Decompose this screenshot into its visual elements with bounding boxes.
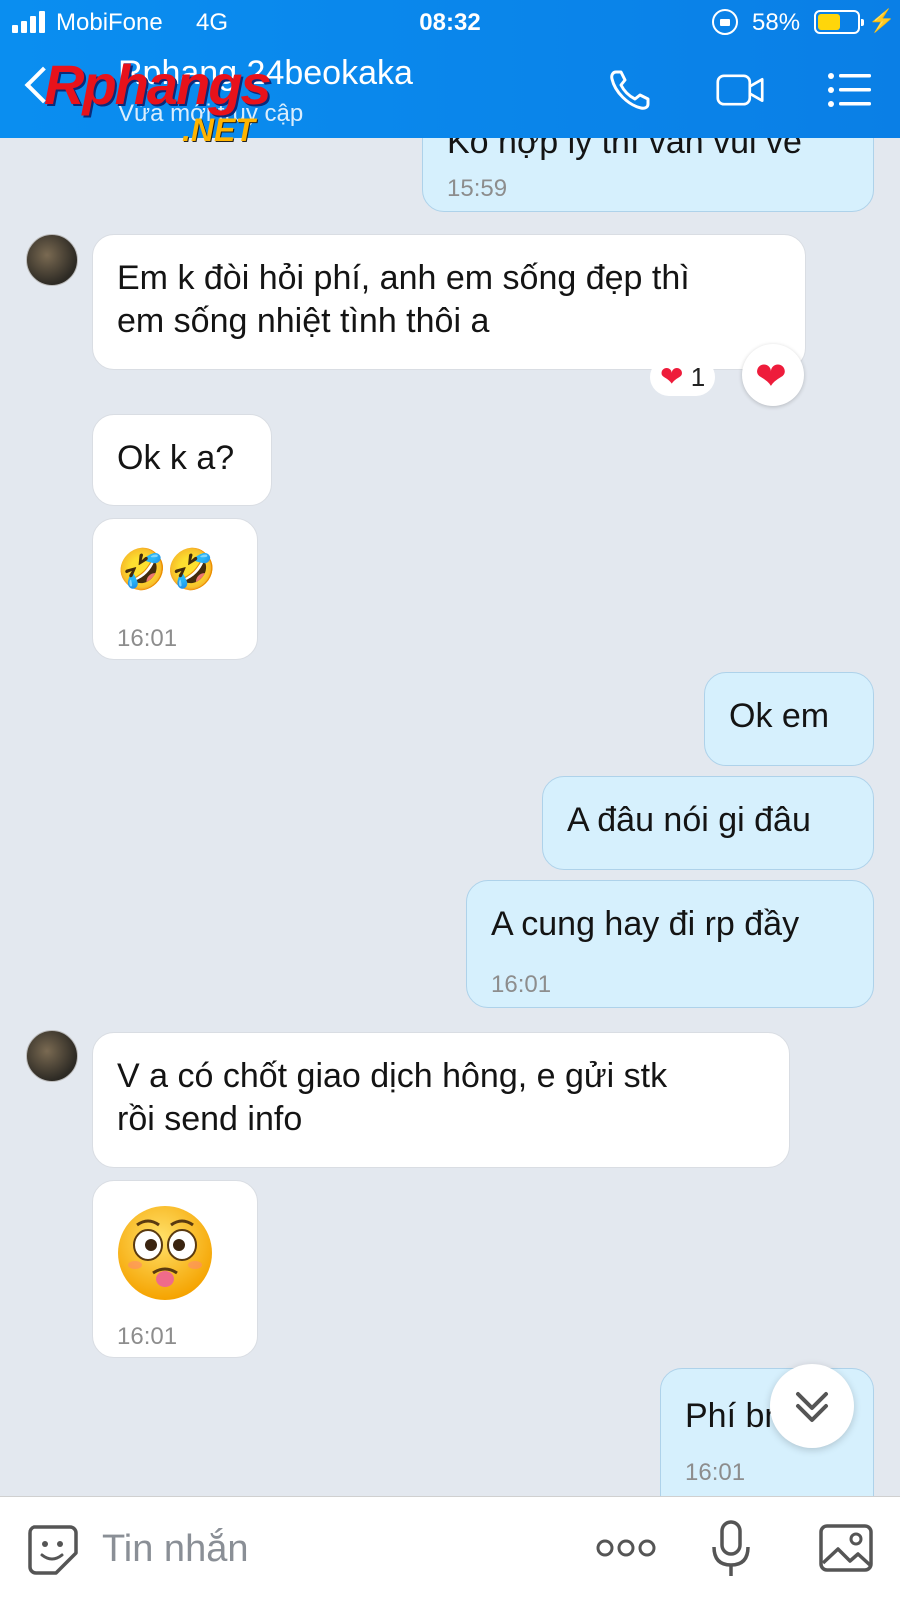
message-time: 15:59 (447, 175, 508, 202)
message-time: 16:01 (117, 1323, 178, 1350)
react-heart-button[interactable]: ❤ (742, 344, 804, 406)
message-time: 16:01 (117, 625, 178, 652)
message-time: 16:01 (685, 1459, 746, 1486)
video-call-icon[interactable] (716, 66, 764, 114)
more-options-icon[interactable] (596, 1533, 656, 1563)
reaction-count: 1 (690, 362, 706, 392)
message-text: Ok k a? (117, 439, 235, 477)
message-text: A cung hay đi rp đầy (491, 905, 800, 943)
message-text: Ok em (729, 697, 830, 735)
avatar[interactable] (26, 1030, 78, 1082)
message-bubble-incoming[interactable]: Em k đòi hỏi phí, anh em sống đẹp thì em… (92, 234, 806, 370)
message-bubble-incoming[interactable]: Ok k a? (92, 414, 272, 506)
battery-icon (814, 10, 864, 34)
rotation-lock-icon (712, 9, 738, 35)
message-bubble-incoming[interactable]: 16:01 (92, 1180, 258, 1358)
avatar[interactable] (26, 234, 78, 286)
charging-icon: ⚡ (868, 8, 896, 33)
image-gallery-icon[interactable] (818, 1523, 874, 1573)
message-time: 16:01 (491, 971, 552, 998)
message-bubble-outgoing[interactable]: Ok em (704, 672, 874, 766)
message-list[interactable]: Ko hợp lý thì vẫn vui vẻ 15:59 Em k đòi … (0, 138, 900, 1496)
scroll-to-bottom-button[interactable] (770, 1364, 854, 1448)
phone-call-icon[interactable] (606, 66, 654, 114)
message-bubble-incoming[interactable]: 🤣🤣 16:01 (92, 518, 258, 660)
composer-bar (0, 1496, 900, 1600)
microphone-icon[interactable] (708, 1519, 754, 1579)
message-bubble-outgoing[interactable]: A cung hay đi rp đầy 16:01 (466, 880, 874, 1008)
message-text-line: rồi send info (117, 1100, 303, 1138)
message-bubble-outgoing[interactable]: A đâu nói gi đâu (542, 776, 874, 870)
message-text: Ko hợp lý thì vẫn vui vẻ (447, 138, 802, 161)
message-input[interactable] (102, 1521, 552, 1577)
message-text-line: Em k đòi hỏi phí, anh em sống đẹp thì (117, 259, 690, 297)
heart-icon: ❤ (755, 356, 787, 398)
double-chevron-down-icon (796, 1392, 828, 1422)
menu-icon[interactable] (826, 66, 874, 114)
drooling-face-sticker (118, 1206, 212, 1300)
message-text-line: V a có chốt giao dịch hông, e gửi stk (117, 1057, 668, 1095)
message-text-line: em sống nhiệt tình thôi a (117, 302, 490, 340)
message-bubble-incoming[interactable]: V a có chốt giao dịch hông, e gửi stk rồ… (92, 1032, 790, 1168)
chat-header: MobiFone 4G 08:32 58% ⚡ Rphang 24beokaka… (0, 0, 900, 148)
battery-percent: 58% (752, 9, 801, 36)
message-bubble-outgoing[interactable]: Ko hợp lý thì vẫn vui vẻ 15:59 (422, 138, 874, 212)
sticker-icon[interactable] (26, 1523, 78, 1575)
message-emoji: 🤣🤣 (117, 548, 217, 592)
status-bar: MobiFone 4G 08:32 58% ⚡ (0, 0, 900, 46)
reaction-count-badge[interactable]: ❤ 1 (650, 358, 716, 396)
heart-icon: ❤ (660, 361, 684, 392)
watermark-logo: Rphangs .NET (44, 53, 272, 148)
message-text: A đâu nói gi đâu (567, 801, 811, 839)
